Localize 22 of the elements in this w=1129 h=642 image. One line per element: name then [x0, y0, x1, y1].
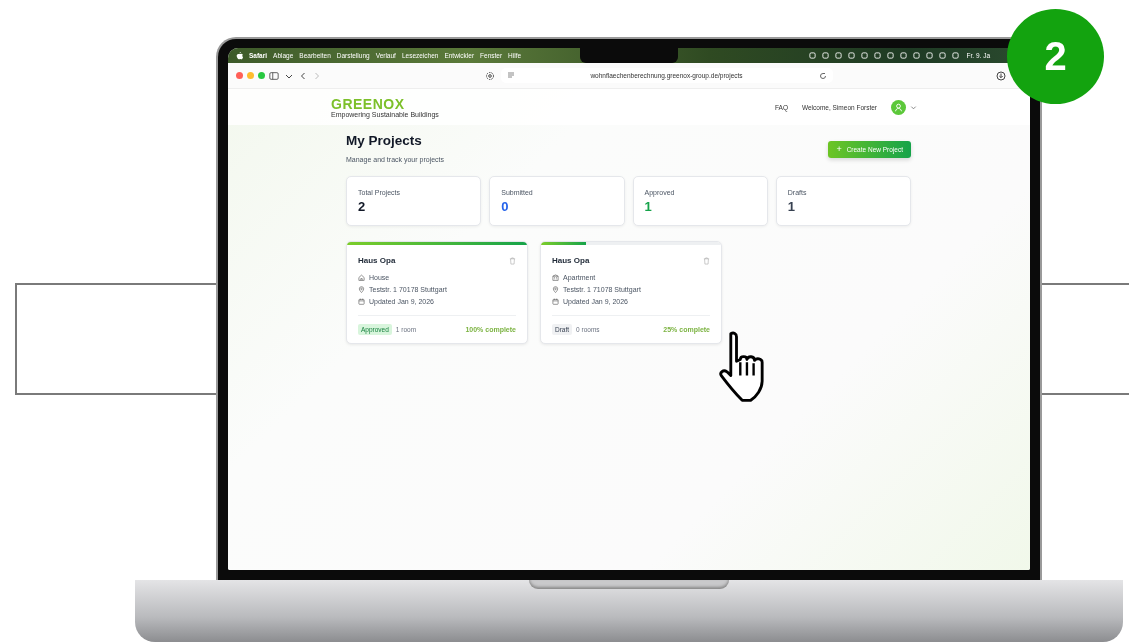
reload-icon[interactable]	[818, 71, 827, 80]
page-icon	[506, 71, 515, 80]
step-badge: 2	[1007, 9, 1104, 104]
house-icon	[358, 274, 365, 281]
stat-value: 1	[644, 199, 653, 214]
project-name: Haus Opa	[552, 256, 590, 265]
back-icon[interactable]	[299, 71, 307, 80]
apple-logo-icon[interactable]	[236, 51, 243, 60]
location-pin-icon	[358, 286, 365, 293]
calendar-icon	[358, 298, 365, 305]
stat-value: 0	[501, 199, 510, 214]
location-pin-icon	[552, 286, 559, 293]
stat-value: 2	[358, 199, 367, 214]
calendar-icon	[552, 298, 559, 305]
sidebar-icon[interactable]	[269, 70, 279, 81]
settings-icon[interactable]	[484, 70, 495, 81]
stat-value: 1	[787, 199, 796, 214]
download-icon[interactable]	[996, 70, 1006, 81]
close-icon[interactable]	[236, 72, 243, 79]
project-name: Haus Opa	[358, 256, 396, 265]
page-title: My Projects	[346, 133, 423, 148]
building-icon	[552, 274, 559, 281]
